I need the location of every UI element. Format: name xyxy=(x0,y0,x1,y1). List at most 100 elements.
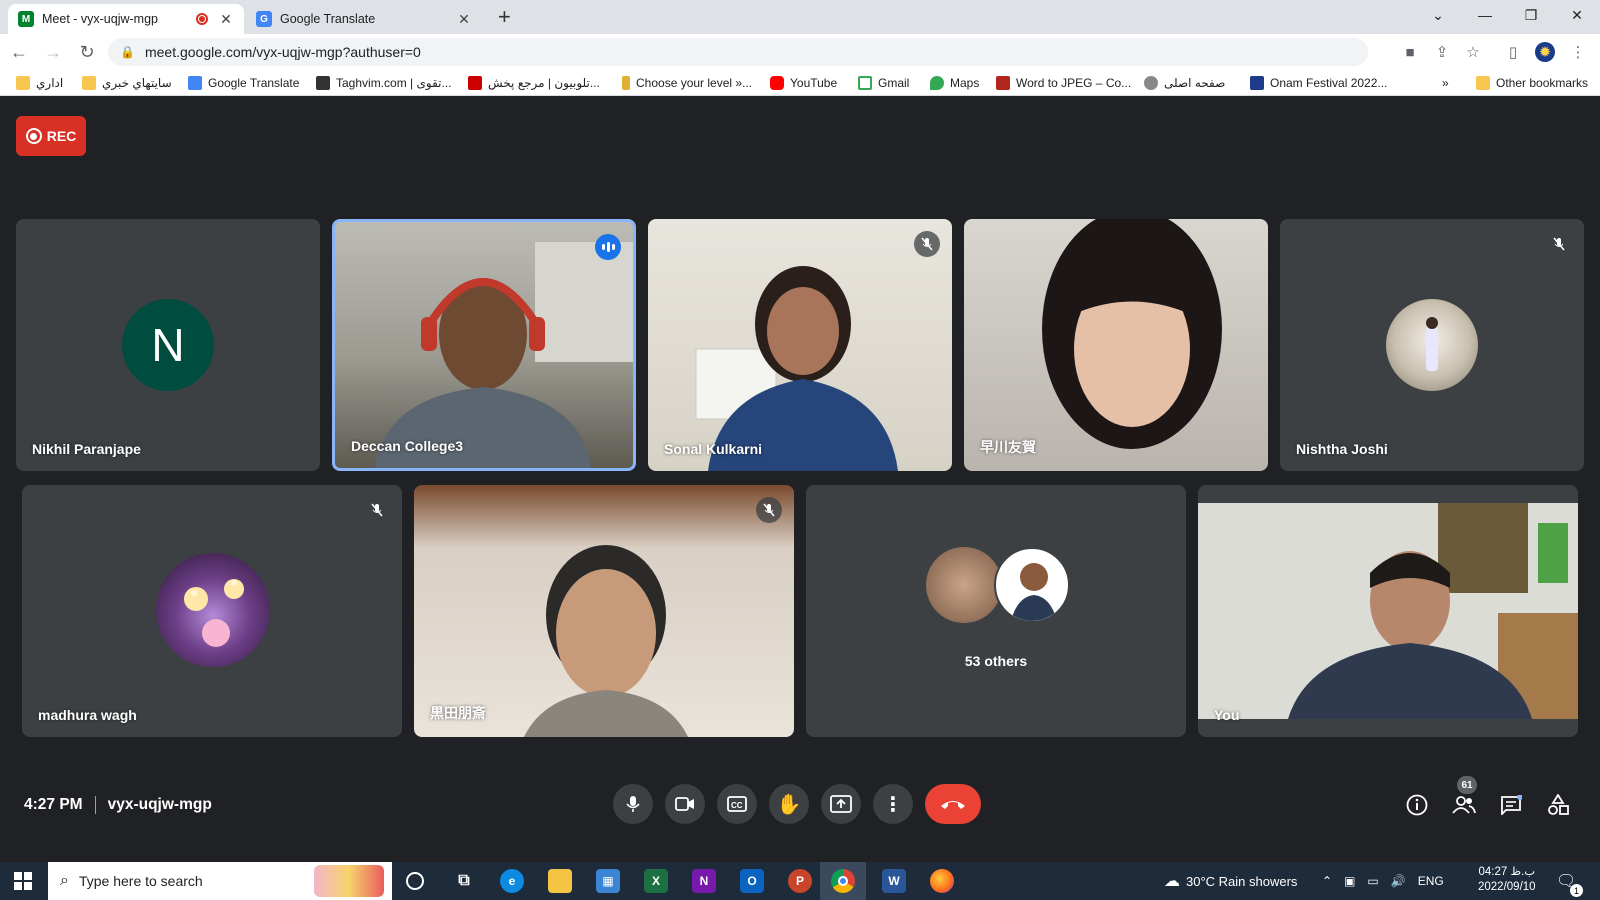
restore-icon[interactable]: ❐ xyxy=(1508,0,1554,30)
tab-search-icon[interactable]: ⌄ xyxy=(1415,0,1461,30)
taskbar-search-box[interactable]: ⌕ Type here to search xyxy=(48,862,392,900)
bookmark-item[interactable]: تلوبیون | مرجع پخش... xyxy=(468,74,600,92)
meeting-code: vyx-uqjw-mgp xyxy=(107,796,212,813)
google-icon xyxy=(858,76,872,90)
people-button[interactable] xyxy=(1451,792,1477,818)
meet-favicon-icon: M xyxy=(18,11,34,27)
more-options-button[interactable]: ⋮ xyxy=(873,784,913,824)
microphone-button[interactable] xyxy=(613,784,653,824)
record-icon xyxy=(25,128,42,144)
info-icon xyxy=(1406,794,1428,816)
bookmark-item[interactable]: Google Translate xyxy=(188,74,299,92)
bookmark-item[interactable]: Maps xyxy=(930,74,979,92)
volume-icon[interactable]: 🔊 xyxy=(1391,874,1406,888)
store-icon[interactable]: ▦ xyxy=(596,869,620,893)
meeting-details-button[interactable] xyxy=(1404,792,1430,818)
edge-icon[interactable]: e xyxy=(500,869,524,893)
cortana-icon[interactable] xyxy=(406,872,424,890)
avatar-photo xyxy=(1426,317,1438,371)
tab-meet[interactable]: M Meet - vyx-uqjw-mgp ✕ xyxy=(8,4,244,34)
bookmark-star-icon[interactable]: ☆ xyxy=(1463,42,1483,62)
onenote-icon[interactable]: N xyxy=(692,869,716,893)
windows-start-icon[interactable] xyxy=(14,872,32,895)
present-screen-button[interactable] xyxy=(821,784,861,824)
captions-button[interactable]: CC xyxy=(717,784,757,824)
participant-name: 早川友賀 xyxy=(980,439,1036,455)
system-tray: ⌃ ▣ ▭ 🔊 ENG xyxy=(1322,862,1444,900)
rain-cloud-icon: ☁ xyxy=(1164,873,1180,890)
camera-permission-icon[interactable]: ■ xyxy=(1400,42,1420,62)
share-icon[interactable]: ⇪ xyxy=(1432,42,1452,62)
participant-tile[interactable]: Nishtha Joshi xyxy=(1280,219,1584,471)
avatar xyxy=(1386,299,1478,391)
bookmark-item[interactable]: Onam Festival 2022... xyxy=(1250,74,1387,92)
chat-button[interactable] xyxy=(1498,792,1524,818)
participant-tile-active-speaker[interactable]: Deccan College3 xyxy=(332,219,636,471)
bookmark-item[interactable]: YouTube xyxy=(770,74,837,92)
bookmark-label: صفحه اصلی xyxy=(1164,76,1226,90)
bookmark-item[interactable]: Choose your level »... xyxy=(622,74,752,92)
network-icon[interactable]: ▭ xyxy=(1367,874,1378,888)
bookmark-folder[interactable]: سايتهاي خبري xyxy=(82,74,172,92)
bookmarks-overflow-icon[interactable]: » xyxy=(1442,74,1449,92)
menu-kebab-icon[interactable]: ⋮ xyxy=(1568,42,1588,62)
word-icon[interactable]: W xyxy=(882,869,906,893)
reload-icon[interactable]: ↻ xyxy=(72,37,102,67)
weather-widget[interactable]: ☁ 30°C Rain showers xyxy=(1164,862,1297,900)
close-tab-icon[interactable]: ✕ xyxy=(218,11,234,28)
close-tab-icon[interactable]: ✕ xyxy=(456,11,472,28)
bookmark-item[interactable]: صفحه اصلی xyxy=(1144,74,1225,92)
bookmark-item[interactable]: Taghvim.com | تقوی... xyxy=(316,74,452,92)
participant-tile[interactable]: N Nikhil Paranjape xyxy=(16,219,320,471)
other-bookmarks[interactable]: Other bookmarks xyxy=(1476,74,1588,92)
task-view-icon[interactable]: ⧉ xyxy=(452,869,476,893)
chat-icon xyxy=(1501,795,1522,815)
bookmark-label: اداري xyxy=(36,76,64,90)
profile-avatar-icon[interactable]: ✹ xyxy=(1535,42,1555,62)
avatar: N xyxy=(122,299,214,391)
bookmark-label: Onam Festival 2022... xyxy=(1270,76,1388,90)
raise-hand-button[interactable]: ✋ xyxy=(769,784,809,824)
translate-favicon-icon: G xyxy=(256,11,272,27)
back-icon[interactable]: ← xyxy=(4,37,34,67)
participant-tile[interactable]: 早川友賀 xyxy=(964,219,1268,471)
chrome-icon[interactable] xyxy=(831,869,855,893)
tab-google-translate[interactable]: G Google Translate ✕ xyxy=(246,4,482,34)
self-view-tile[interactable]: You xyxy=(1198,485,1578,737)
system-clock[interactable]: 04:27 ب.ظ 2022/09/10 xyxy=(1478,865,1536,895)
recording-badge[interactable]: REC xyxy=(16,116,86,156)
address-bar[interactable]: 🔒 meet.google.com/vyx-uqjw-mgp?authuser=… xyxy=(108,38,1368,66)
others-tile[interactable]: 53 others xyxy=(806,485,1186,737)
minimize-icon[interactable]: — xyxy=(1462,0,1508,30)
bookmark-item[interactable]: Gmail xyxy=(858,74,909,92)
meet-now-icon[interactable]: ▣ xyxy=(1344,874,1355,888)
lock-icon[interactable]: 🔒 xyxy=(120,45,135,59)
new-tab-icon[interactable]: + xyxy=(498,6,511,28)
bookmark-folder[interactable]: اداري xyxy=(16,74,63,92)
participant-tile[interactable]: madhura wagh xyxy=(22,485,402,737)
forward-icon[interactable]: → xyxy=(38,37,68,67)
activities-button[interactable] xyxy=(1545,792,1571,818)
leave-call-button[interactable] xyxy=(925,784,981,824)
recording-label: REC xyxy=(46,128,77,144)
bookmark-item[interactable]: Word to JPEG – Co... xyxy=(996,74,1131,92)
excel-icon[interactable]: X xyxy=(644,869,668,893)
tab-title: Meet - vyx-uqjw-mgp xyxy=(42,12,158,26)
side-panel-icon[interactable]: ▯ xyxy=(1503,42,1523,62)
close-window-icon[interactable]: ✕ xyxy=(1554,0,1600,30)
bookmark-label: YouTube xyxy=(790,76,838,90)
firefox-icon[interactable] xyxy=(930,869,954,893)
tray-overflow-icon[interactable]: ⌃ xyxy=(1322,874,1332,888)
bookmark-label: Other bookmarks xyxy=(1496,76,1589,90)
language-indicator[interactable]: ENG xyxy=(1418,874,1444,888)
powerpoint-icon[interactable]: P xyxy=(788,869,812,893)
camera-button[interactable] xyxy=(665,784,705,824)
participant-tile[interactable]: Sonal Kulkarni xyxy=(648,219,952,471)
self-video xyxy=(1198,503,1578,719)
activities-icon xyxy=(1548,794,1569,815)
participant-tile[interactable]: 黒田朋斎 xyxy=(414,485,794,737)
level-icon xyxy=(622,76,630,90)
clock-time: 04:27 ب.ظ xyxy=(1478,866,1536,878)
outlook-icon[interactable]: O xyxy=(740,869,764,893)
file-explorer-icon[interactable] xyxy=(548,869,572,893)
